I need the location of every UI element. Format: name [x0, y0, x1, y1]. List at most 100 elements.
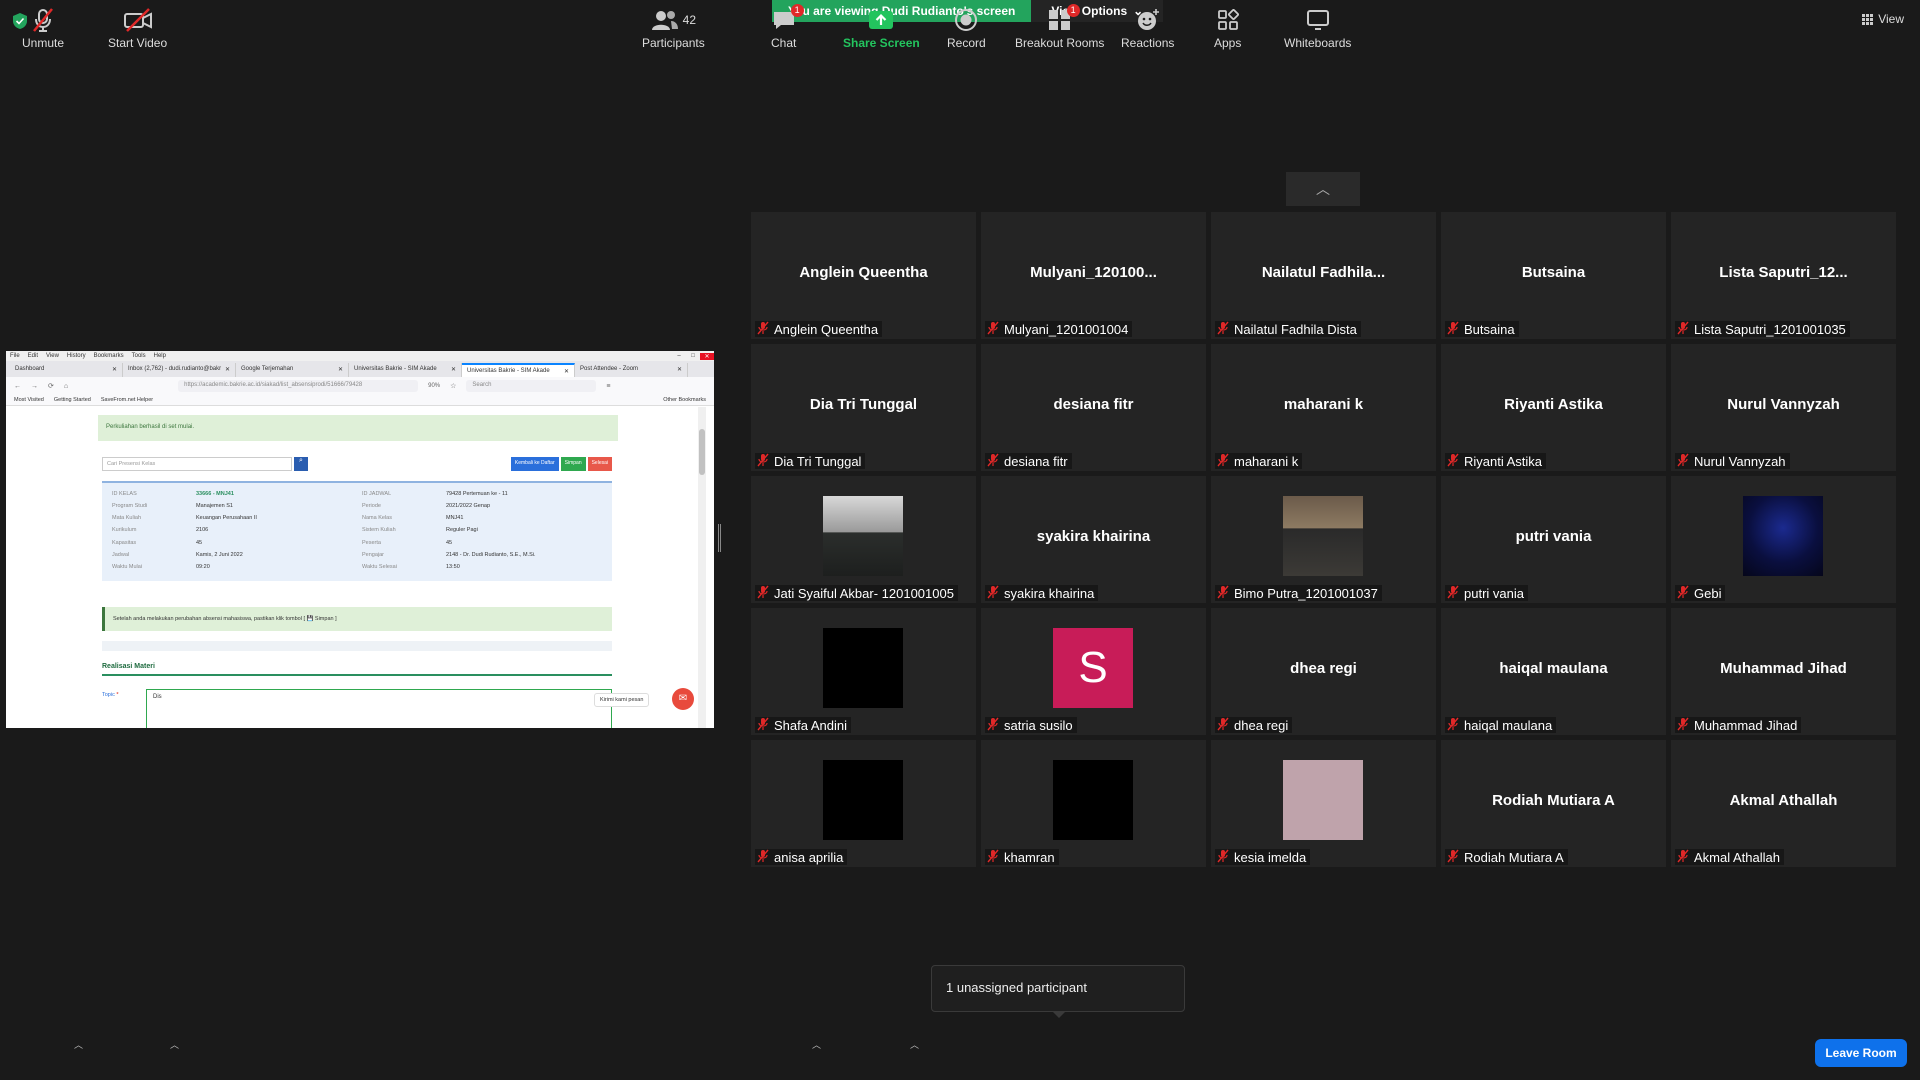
participant-tile[interactable]: Nailatul Fadhila... Nailatul Fadhila Dist… [1211, 212, 1436, 339]
participant-tile[interactable]: khamran [981, 740, 1206, 867]
participants-button[interactable]: 42 Participants [642, 6, 705, 50]
leave-room-button[interactable]: Leave Room [1815, 1039, 1907, 1067]
shared-screen[interactable]: File Edit View History Bookmarks Tools H… [6, 351, 714, 728]
home-icon: ⌂ [63, 382, 69, 390]
participant-display-name: haiqal maulana [1499, 660, 1608, 677]
participant-tile[interactable]: Dia Tri Tunggal Dia Tri Tunggal [751, 344, 976, 471]
grid-icon [1862, 13, 1874, 25]
chat-button[interactable]: 1 Chat [771, 4, 804, 50]
mic-muted-icon [757, 321, 769, 338]
record-icon [954, 6, 978, 34]
participant-tile[interactable]: Riyanti Astika Riyanti Astika [1441, 344, 1666, 471]
participant-display-name: Dia Tri Tunggal [809, 396, 918, 413]
reload-icon: ⟳ [48, 383, 54, 390]
video-options-caret[interactable]: ︿ [170, 1038, 179, 1051]
participant-tile[interactable]: Lista Saputri_12... Lista Saputri_1201001… [1671, 212, 1896, 339]
splitter-handle[interactable] [718, 524, 723, 552]
participant-tile[interactable]: Gebi [1671, 476, 1896, 603]
participant-display-name: dhea regi [1290, 660, 1357, 677]
participant-tile[interactable]: Akmal Athallah Akmal Athallah [1671, 740, 1896, 867]
view-label: View [1878, 12, 1904, 26]
share-screen-button[interactable]: Share Screen [843, 6, 920, 50]
menu-tools: Tools [131, 353, 146, 359]
participant-tile[interactable]: haiqal maulana haiqal maulana [1441, 608, 1666, 735]
mic-muted-icon [1447, 849, 1459, 866]
participant-name-label: khamran [985, 849, 1059, 865]
mic-muted-icon [987, 453, 999, 470]
video-feed [1283, 760, 1363, 840]
mic-muted-icon [1677, 849, 1689, 866]
apps-button[interactable]: Apps [1214, 6, 1241, 50]
participant-tile[interactable]: anisa aprilia [751, 740, 976, 867]
participant-tile[interactable]: kesia imelda [1211, 740, 1436, 867]
smiley-icon [1136, 6, 1160, 34]
reactions-button[interactable]: Reactions [1121, 6, 1174, 50]
star-icon: ☆ [450, 383, 457, 390]
participant-tile[interactable]: Shafa Andini [751, 608, 976, 735]
whiteboards-button[interactable]: Whiteboards [1284, 6, 1351, 50]
participant-tile[interactable]: maharani k maharani k [1211, 344, 1436, 471]
participant-tile[interactable]: Jati Syaiful Akbar- 1201001005 [751, 476, 976, 603]
participant-tile[interactable]: Mulyani_120100... Mulyani_1201001004 [981, 212, 1206, 339]
finish-button: Selesai [587, 457, 612, 471]
other-bookmarks: Other Bookmarks [663, 397, 706, 403]
participant-name-label: dhea regi [1215, 717, 1293, 733]
unassigned-toast[interactable]: 1 unassigned participant [931, 965, 1185, 1012]
participant-tile[interactable]: Muhammad Jihad Muhammad Jihad [1671, 608, 1896, 735]
participant-tile[interactable]: Butsaina Butsaina [1441, 212, 1666, 339]
video-feed [1743, 496, 1823, 576]
toast-pointer [1052, 1011, 1066, 1018]
menu-view: View [46, 353, 59, 359]
breakout-rooms-button[interactable]: 1 Breakout Rooms [1015, 4, 1104, 50]
participant-tile[interactable]: Anglein Queentha Anglein Queentha [751, 212, 976, 339]
share-options-caret[interactable]: ︿ [910, 1038, 919, 1051]
chat-badge: 1 [790, 4, 804, 17]
participant-name-label: Anglein Queentha [755, 321, 883, 338]
chat-options-caret[interactable]: ︿ [812, 1038, 821, 1051]
mic-muted-icon [987, 717, 999, 734]
participant-tile[interactable]: Rodiah Mutiara A Rodiah Mutiara A [1441, 740, 1666, 867]
participant-display-name: Akmal Athallah [1729, 792, 1838, 809]
participant-tile[interactable]: Bimo Putra_1201001037 [1211, 476, 1436, 603]
participant-display-name: Mulyani_120100... [1030, 264, 1157, 281]
participant-display-name: Lista Saputri_12... [1719, 264, 1848, 281]
audio-options-caret[interactable]: ︿ [74, 1038, 83, 1051]
mic-muted-icon [987, 321, 999, 338]
mic-muted-icon [1217, 585, 1229, 602]
mic-muted-icon [757, 717, 769, 734]
video-feed [823, 628, 903, 708]
mic-muted-icon [1217, 849, 1229, 866]
start-video-button[interactable]: Start Video [108, 6, 167, 50]
mic-muted-icon [1677, 453, 1689, 470]
search-icon: ⌕ [294, 457, 308, 471]
record-button[interactable]: Record [947, 6, 986, 50]
participant-gallery: Anglein Queentha Anglein Queentha Mulyani_… [751, 212, 1896, 867]
browser-search: Search [466, 380, 597, 392]
participant-name-label: Gebi [1675, 585, 1726, 601]
participant-display-name: Rodiah Mutiara A [1492, 792, 1615, 809]
mic-muted-icon [1447, 321, 1459, 338]
participant-name-label: Riyanti Astika [1445, 453, 1547, 469]
participant-tile[interactable]: syakira khairina syakira khairina [981, 476, 1206, 603]
breakout-rooms-icon: 1 [1048, 4, 1080, 34]
participant-name-label: Shafa Andini [755, 717, 852, 734]
video-off-icon [123, 6, 153, 34]
participant-tile[interactable]: Ssatria susilo [981, 608, 1206, 735]
mic-muted-icon [757, 453, 769, 470]
browser-tab: Inbox (2,762) - dudi.rudianto@bakr ✕ [123, 363, 236, 377]
chevron-up-icon[interactable]: ︿ [1286, 172, 1360, 206]
participant-display-name: Anglein Queentha [799, 264, 928, 281]
participant-tile[interactable]: Nurul Vannyzah Nurul Vannyzah [1671, 344, 1896, 471]
menu-edit: Edit [27, 353, 39, 359]
participant-tile[interactable]: putri vania putri vania [1441, 476, 1666, 603]
participant-name-label: satria susilo [985, 717, 1077, 733]
video-feed [823, 760, 903, 840]
browser-tab-active: Universitas Bakrie - SIM Akade ✕ [462, 363, 575, 377]
view-layout-button[interactable]: View [1862, 12, 1904, 26]
participant-tile[interactable]: dhea regi dhea regi [1211, 608, 1436, 735]
participant-display-name: Butsaina [1521, 264, 1586, 281]
participant-name-label: maharani k [1215, 453, 1303, 469]
unmute-button[interactable]: Unmute [22, 6, 64, 50]
participants-icon: 42 [651, 6, 696, 34]
participant-tile[interactable]: desiana fitr desiana fitr [981, 344, 1206, 471]
